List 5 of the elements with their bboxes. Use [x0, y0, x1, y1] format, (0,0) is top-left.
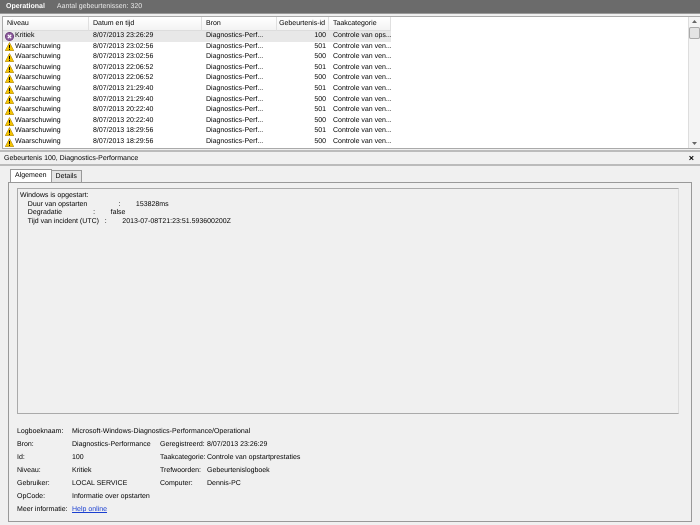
scroll-up-icon[interactable] [692, 20, 697, 23]
close-button[interactable]: × [686, 153, 696, 163]
scroll-down-icon[interactable] [692, 142, 697, 145]
scrollbar[interactable] [688, 17, 700, 148]
scroll-thumb[interactable] [689, 27, 700, 39]
